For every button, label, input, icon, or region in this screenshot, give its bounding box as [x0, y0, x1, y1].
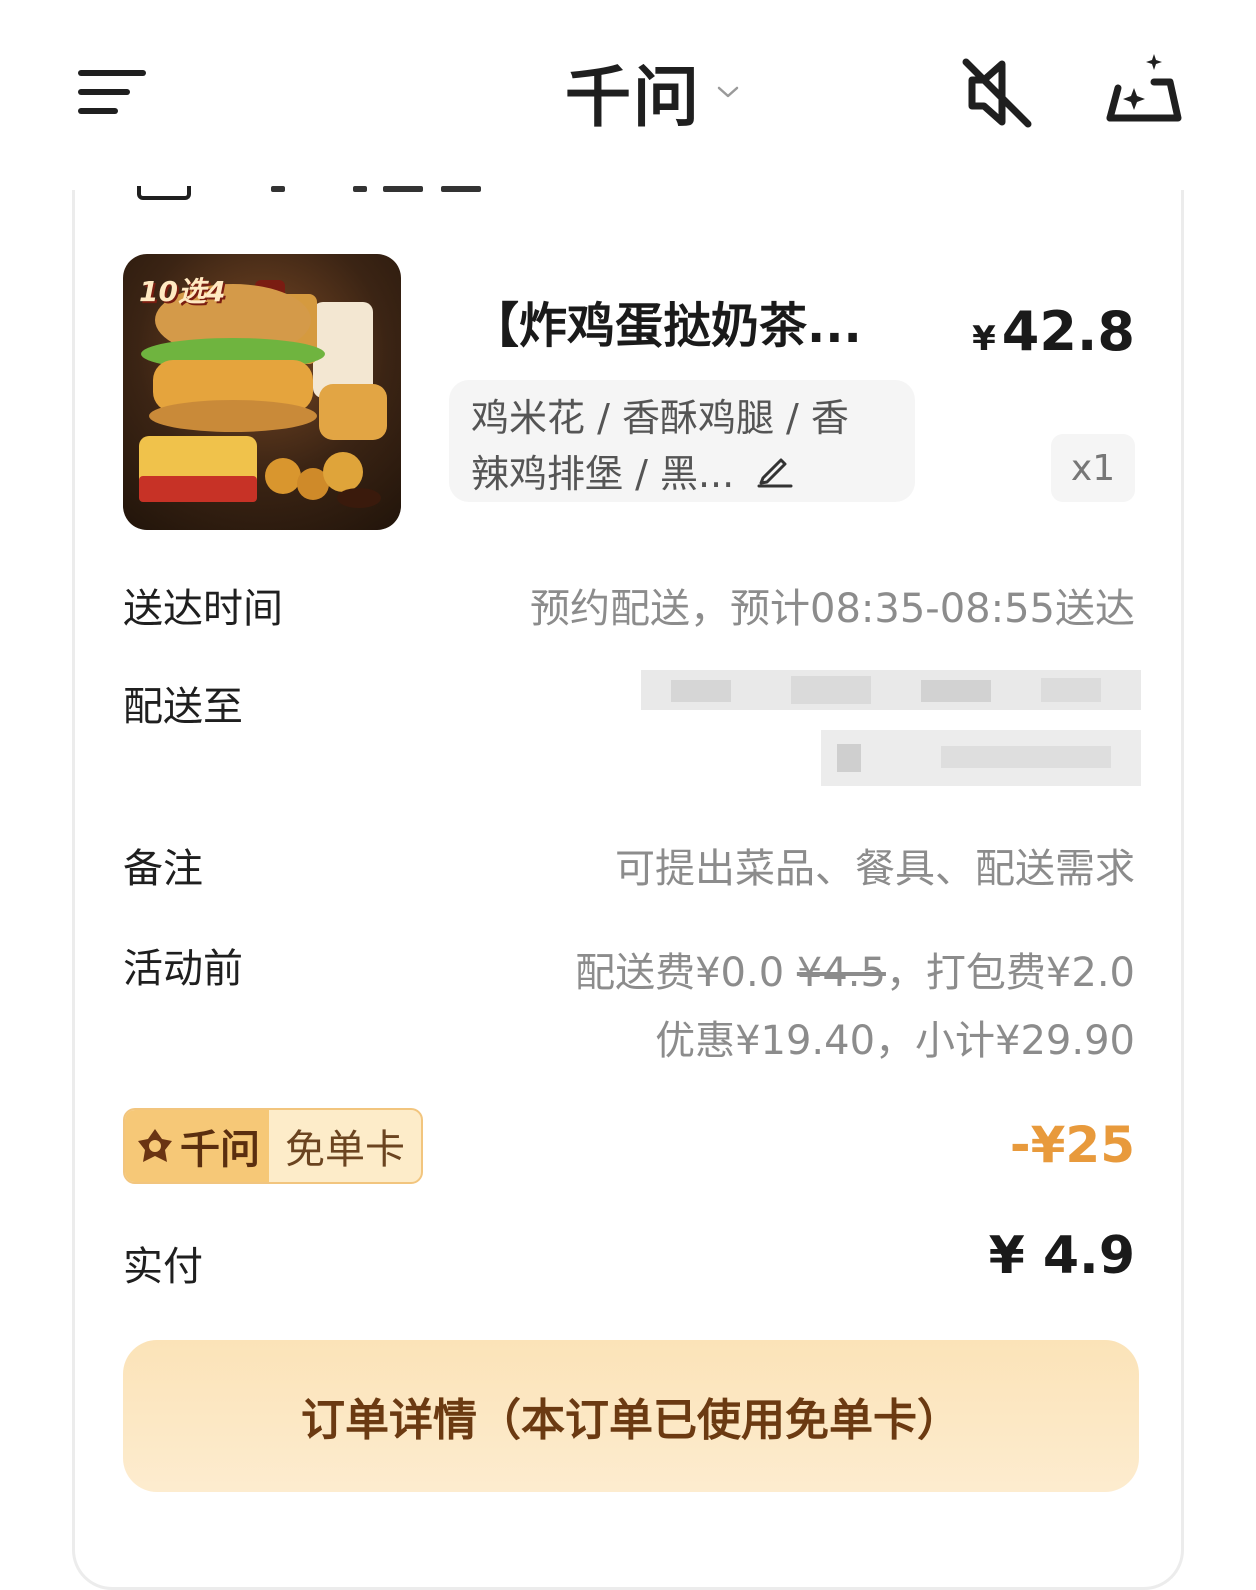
qianwen-logo-icon — [138, 1129, 172, 1162]
cut-off-row — [131, 186, 551, 202]
price-value: 42.8 — [1001, 300, 1135, 363]
chevron-down-icon — [717, 86, 739, 98]
product-name[interactable]: 【炸鸡蛋挞奶茶... — [471, 286, 901, 356]
order-card: 10选4 【炸鸡蛋挞奶茶... ¥ 42.8 鸡米花 / 香酥鸡腿 / 香辣鸡排… — [72, 186, 1184, 1590]
top-bar: 千问 — [0, 0, 1256, 190]
product-options-text: 鸡米花 / 香酥鸡腿 / 香辣鸡排堡 / 黑... — [471, 396, 849, 496]
quantity-badge: x1 — [1051, 434, 1135, 502]
free-card-brand: 千问 — [125, 1110, 269, 1182]
price-currency: ¥ — [972, 319, 996, 359]
free-card-discount: -¥25 — [1009, 1116, 1135, 1174]
fee-line: 配送费¥0.0 ¥4.5，打包费¥2.0 — [575, 940, 1135, 998]
paid-amount: ¥ 4.9 — [988, 1226, 1135, 1286]
address-label: 配送至 — [123, 684, 243, 730]
pencil-edit-icon[interactable] — [755, 450, 793, 488]
discount-subtotal-line: 优惠¥19.40，小计¥29.90 — [655, 1018, 1135, 1064]
note-input[interactable]: 可提出菜品、餐具、配送需求 — [615, 836, 1135, 894]
paid-label: 实付 — [123, 1244, 203, 1290]
speaker-muted-icon[interactable] — [958, 56, 1036, 130]
fee-line-prefix: 配送费¥0.0 — [575, 950, 797, 996]
sparkle-cloud-icon[interactable] — [1100, 48, 1188, 128]
original-delivery-fee: ¥4.5 — [796, 950, 886, 996]
menu-icon[interactable] — [78, 70, 148, 114]
address-blurred[interactable] — [641, 670, 1143, 792]
fee-line-suffix: ，打包费¥2.0 — [885, 950, 1135, 996]
free-card-label: 免单卡 — [285, 1127, 405, 1173]
order-detail-button[interactable]: 订单详情（本订单已使用免单卡） — [123, 1340, 1139, 1492]
product-price: ¥ 42.8 — [972, 300, 1135, 363]
app-title: 千问 — [565, 59, 701, 136]
app-title-switcher[interactable]: 千问 — [565, 52, 741, 136]
product-options[interactable]: 鸡米花 / 香酥鸡腿 / 香辣鸡排堡 / 黑... — [449, 380, 915, 502]
delivery-time-value[interactable]: 预约配送，预计08:35-08:55送达 — [530, 576, 1135, 634]
product-image[interactable]: 10选4 — [123, 254, 401, 530]
free-card-brand-name: 千问 — [180, 1127, 260, 1173]
product-image-tag: 10选4 — [139, 275, 226, 308]
free-order-card-badge: 千问 免单卡 — [123, 1108, 423, 1184]
pre-promo-label: 活动前 — [123, 946, 243, 992]
delivery-time-label: 送达时间 — [123, 586, 283, 632]
note-label: 备注 — [123, 846, 203, 892]
